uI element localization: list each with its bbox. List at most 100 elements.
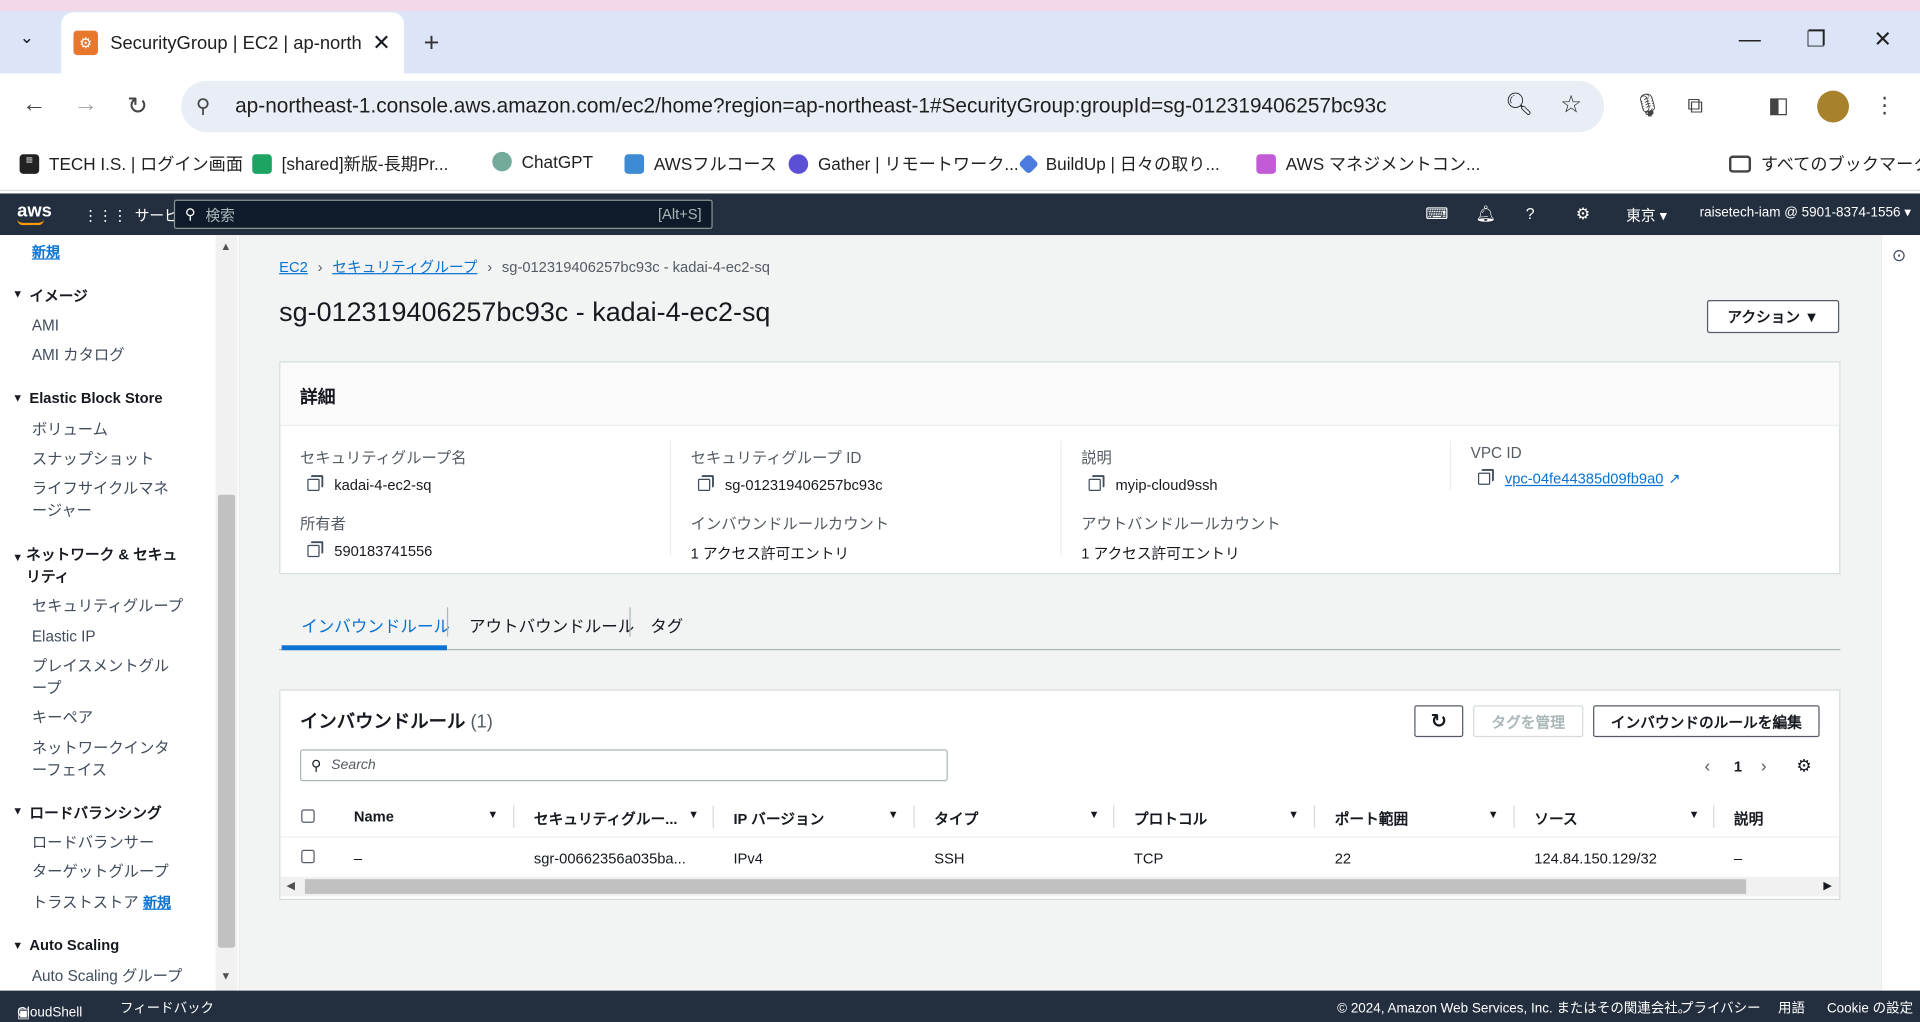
sort-icon[interactable]: ▼ xyxy=(1689,808,1700,820)
refresh-button[interactable]: ↻ xyxy=(1414,705,1464,738)
copy-icon[interactable] xyxy=(1477,472,1491,485)
settings-icon[interactable]: ⚙ xyxy=(1576,204,1590,224)
copy-icon[interactable] xyxy=(307,544,320,558)
scroll-right-icon[interactable]: ▶ xyxy=(1823,879,1831,892)
sidebar-item-snapshots[interactable]: スナップショット xyxy=(32,448,154,470)
zoom-icon[interactable]: 🔍︎ xyxy=(1505,92,1533,118)
next-page-icon[interactable]: › xyxy=(1761,756,1767,776)
col-resizer[interactable] xyxy=(513,805,515,828)
minimize-icon[interactable]: — xyxy=(1739,27,1761,53)
sidebar-scrollbar[interactable]: ▲ ▼ xyxy=(215,235,238,991)
cookie-settings-link[interactable]: Cookie の設定 xyxy=(1827,998,1913,1018)
close-tab-icon[interactable]: ✕ xyxy=(372,30,390,56)
aws-search-input[interactable]: ⚲ 検索 [Alt+S] xyxy=(173,199,713,229)
col-name[interactable]: Name xyxy=(354,808,394,825)
actions-button[interactable]: アクション ▼ xyxy=(1706,300,1840,334)
copy-icon[interactable] xyxy=(307,478,320,492)
side-panel-icon[interactable]: ◧ xyxy=(1768,93,1789,119)
col-ip-version[interactable]: IP バージョン xyxy=(733,808,824,829)
sidebar-item-trust-stores[interactable]: トラストストア 新規 xyxy=(32,891,171,914)
sidebar-item-load-balancers[interactable]: ロードバランサー xyxy=(32,831,154,853)
tab-search-icon[interactable]: ⌄ xyxy=(20,27,34,48)
forward-icon[interactable]: → xyxy=(73,91,97,119)
bookmark-item[interactable]: ChatGPT xyxy=(492,151,593,172)
profile-avatar[interactable] xyxy=(1817,90,1849,123)
copy-icon[interactable] xyxy=(697,478,711,492)
microphone-icon[interactable]: 🎙︎ xyxy=(1633,93,1661,119)
sort-icon[interactable]: ▼ xyxy=(1488,808,1499,820)
col-resizer[interactable] xyxy=(1113,805,1115,828)
new-tab-icon[interactable]: + xyxy=(424,27,440,59)
col-protocol[interactable]: プロトコル xyxy=(1134,808,1207,829)
copy-icon[interactable] xyxy=(1088,478,1101,492)
menu-icon[interactable]: ⋮ xyxy=(1873,93,1895,119)
col-source[interactable]: ソース xyxy=(1534,808,1577,829)
browser-tab[interactable]: ⚙ SecurityGroup | EC2 | ap-northe ✕ xyxy=(61,12,405,74)
terms-link[interactable]: 用語 xyxy=(1778,998,1805,1018)
sidebar-item-lifecycle[interactable]: ライフサイクルマネージャー xyxy=(32,478,184,522)
privacy-link[interactable]: プライバシー xyxy=(1680,998,1761,1018)
sidebar-item-ami-catalog[interactable]: AMI カタログ xyxy=(32,344,125,366)
col-resizer[interactable] xyxy=(712,805,714,828)
bookmark-item[interactable]: AWSフルコース xyxy=(624,152,777,176)
extensions-icon[interactable]: ⧉ xyxy=(1687,93,1703,119)
aws-logo[interactable]: aws xyxy=(17,201,52,225)
help-icon[interactable]: ? xyxy=(1526,204,1535,222)
sort-icon[interactable]: ▼ xyxy=(888,808,899,820)
sort-icon[interactable]: ▼ xyxy=(487,808,498,820)
sort-icon[interactable]: ▼ xyxy=(1288,808,1299,820)
bookmark-item[interactable]: ≡ TECH I.S. | ログイン画面 xyxy=(19,152,243,176)
scrollbar-thumb[interactable] xyxy=(217,494,236,948)
sidebar-item-target-groups[interactable]: ターゲットグループ xyxy=(32,861,169,883)
rules-search-input[interactable]: ⚲ Search xyxy=(300,749,948,782)
all-bookmarks[interactable]: すべてのブックマーク xyxy=(1728,152,1920,176)
preferences-gear-icon[interactable]: ⚙ xyxy=(1796,756,1811,777)
bookmark-item[interactable]: [shared]新版-長期Pr... xyxy=(252,152,448,176)
prev-page-icon[interactable]: ‹ xyxy=(1705,756,1711,776)
info-panel-icon[interactable]: ⊙ xyxy=(1892,245,1906,266)
col-type[interactable]: タイプ xyxy=(934,808,978,829)
scroll-left-icon[interactable]: ◀ xyxy=(287,879,295,892)
col-resizer[interactable] xyxy=(1513,805,1515,828)
back-icon[interactable]: ← xyxy=(22,91,46,119)
row-checkbox[interactable] xyxy=(301,849,315,864)
scroll-down-icon[interactable]: ▼ xyxy=(220,970,231,982)
select-all-checkbox[interactable] xyxy=(301,809,315,823)
bookmark-item[interactable]: AWS マネジメントコン... xyxy=(1256,152,1480,176)
sidebar-item-ami[interactable]: AMI xyxy=(32,315,59,337)
col-resizer[interactable] xyxy=(1313,805,1316,828)
col-resizer[interactable] xyxy=(1713,805,1715,828)
bookmark-item[interactable]: Gather | リモートワーク... xyxy=(788,152,1019,176)
restore-icon[interactable]: ❐ xyxy=(1806,27,1826,53)
edit-inbound-rules-button[interactable]: インバウンドのルールを編集 xyxy=(1593,705,1820,738)
notifications-icon[interactable]: 🔔︎ xyxy=(1476,204,1496,224)
sidebar-item-placement-groups[interactable]: プレイスメントグループ xyxy=(32,655,184,699)
page-number[interactable]: 1 xyxy=(1734,758,1742,775)
reload-icon[interactable]: ↻ xyxy=(127,91,148,122)
region-selector[interactable]: 東京 ▾ xyxy=(1626,204,1667,225)
sidebar-item-security-groups[interactable]: セキュリティグループ xyxy=(32,595,183,617)
sidebar-section-load-balancing[interactable]: ▼ ロードバランシング xyxy=(12,802,161,823)
site-info-icon[interactable]: ⚲ xyxy=(196,94,210,118)
breadcrumb-security-groups[interactable]: セキュリティグループ xyxy=(332,256,477,277)
feedback-link[interactable]: フィードバック xyxy=(120,998,214,1018)
scrollbar-thumb[interactable] xyxy=(304,879,1747,894)
sidebar-item-key-pairs[interactable]: キーペア xyxy=(32,707,93,729)
account-menu[interactable]: raisetech-iam @ 5901-8374-1556 ▾ xyxy=(1700,204,1911,221)
bookmark-item[interactable]: BuildUp | 日々の取り... xyxy=(1018,152,1220,176)
vpc-link[interactable]: vpc-04fe44385d09fb9a0 xyxy=(1505,470,1664,487)
sort-icon[interactable]: ▼ xyxy=(1089,808,1100,820)
tab-inbound-rules[interactable]: インバウンドルール xyxy=(301,612,450,636)
table-horizontal-scrollbar[interactable]: ◀ ▶ xyxy=(280,876,1840,897)
sidebar-item-elastic-ip[interactable]: Elastic IP xyxy=(32,626,96,648)
sidebar-section-auto-scaling[interactable]: ▼ Auto Scaling xyxy=(12,937,119,954)
scroll-up-icon[interactable]: ▲ xyxy=(220,240,231,252)
sidebar-item-asg[interactable]: Auto Scaling グループ xyxy=(32,965,183,987)
address-bar[interactable]: ⚲ ap-northeast-1.console.aws.amazon.com/… xyxy=(181,80,1605,133)
sidebar-section-ebs[interactable]: ▼ Elastic Block Store xyxy=(12,389,162,406)
close-window-icon[interactable]: ✕ xyxy=(1873,27,1891,53)
cloudshell-icon[interactable]: ⌨ xyxy=(1425,204,1448,224)
tab-tags[interactable]: タグ xyxy=(650,612,683,636)
bookmark-star-icon[interactable]: ☆ xyxy=(1560,89,1582,120)
col-resizer[interactable] xyxy=(913,805,915,828)
